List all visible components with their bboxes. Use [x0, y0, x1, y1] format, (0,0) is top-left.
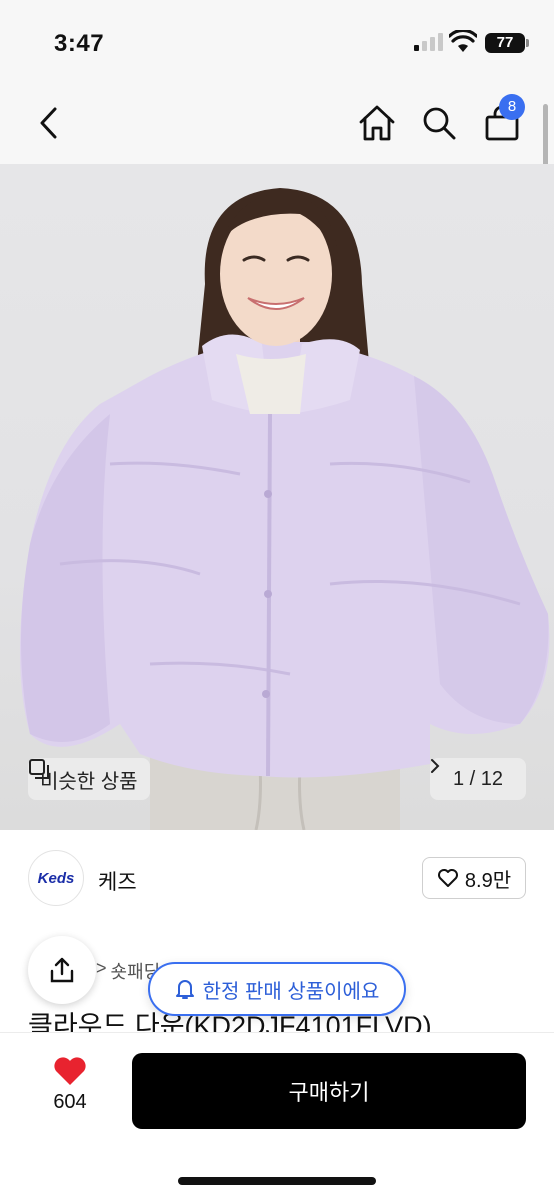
status-time: 3:47: [54, 30, 105, 57]
share-icon: [50, 957, 74, 983]
breadcrumb-separator: >: [96, 958, 107, 978]
product-image-carousel[interactable]: 비슷한 상품 1 / 12: [0, 164, 554, 830]
brand-logo[interactable]: Keds: [28, 850, 84, 906]
brand-name[interactable]: 케즈: [98, 866, 137, 896]
search-icon: [423, 107, 456, 140]
top-nav: 8: [0, 86, 554, 164]
wishlist-count: 604: [53, 1091, 87, 1113]
home-indicator: [178, 1177, 376, 1185]
brand-like-count: 8.9만: [464, 869, 512, 892]
status-bar: 3:47 77: [0, 0, 554, 86]
limited-sale-toast-text: 한정 판매 상품이에요: [202, 980, 380, 1003]
similar-products-label: 비슷한 상품: [40, 770, 138, 793]
brand-like-button[interactable]: 8.9만: [422, 857, 526, 899]
home-icon: [359, 105, 395, 141]
share-button[interactable]: [28, 936, 96, 1004]
image-counter-text: 1 / 12: [452, 767, 504, 790]
bell-icon: [175, 980, 194, 999]
similar-products-button[interactable]: 비슷한 상품: [28, 758, 150, 800]
cell-signal-icon: [414, 33, 443, 51]
heart-outline-icon: [437, 869, 458, 887]
bottom-action-bar: 604 구매하기: [0, 1032, 554, 1200]
product-photo: [20, 188, 550, 830]
cart-button[interactable]: 8: [477, 94, 527, 148]
heart-filled-icon: [54, 1057, 86, 1085]
cart-count-badge: 8: [499, 94, 525, 120]
buy-button[interactable]: 구매하기: [132, 1053, 526, 1129]
battery-icon: 77: [485, 33, 529, 53]
brand-row: Keds 케즈 8.9만: [0, 846, 554, 910]
home-button[interactable]: [352, 98, 402, 148]
image-counter[interactable]: 1 / 12: [430, 758, 526, 800]
wishlist-button[interactable]: 604: [40, 1055, 100, 1114]
wifi-icon: [449, 30, 477, 52]
chevron-right-icon: [431, 759, 440, 773]
limited-sale-toast: 한정 판매 상품이에요: [148, 962, 406, 1016]
similar-icon: [29, 759, 49, 779]
search-button[interactable]: [414, 98, 464, 148]
back-icon: [40, 107, 57, 139]
back-button[interactable]: [24, 98, 74, 148]
